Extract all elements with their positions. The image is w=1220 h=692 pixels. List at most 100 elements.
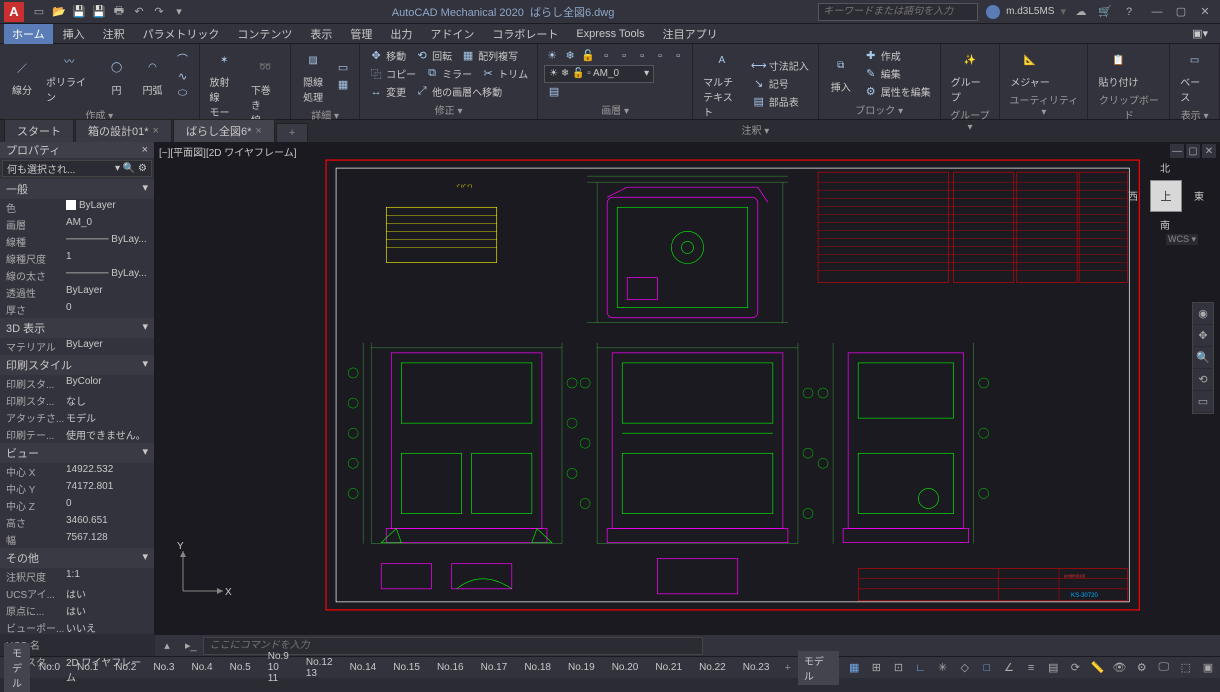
qat-dropdown-icon[interactable]: ▾ [170,3,188,21]
minimize-button[interactable]: — [1146,3,1168,21]
prop-row[interactable]: 画層AM_0 [0,216,154,233]
prop-row[interactable]: 色ByLayer [0,199,154,216]
drawing-canvas[interactable]: √‾ (√‾ √‾) [155,142,1220,634]
layout-tab-7[interactable]: No.9 10 11 [260,649,297,686]
qat-undo-icon[interactable]: ↶ [130,3,148,21]
ribbon-tab-7[interactable]: 出力 [382,24,420,44]
layer-state-icon-6[interactable]: ▫ [652,48,668,64]
prop-row[interactable]: 線の太さ────── ByLay... [0,267,154,284]
layout-tab-8[interactable]: No.12 13 [298,655,341,681]
layout-tab-9[interactable]: No.14 [342,660,385,675]
nav-wheel-icon[interactable]: ◉ [1193,303,1213,325]
document-tab-0[interactable]: スタート [4,119,74,142]
panel-label[interactable]: 画層 ▾ [544,101,686,117]
prop-row[interactable]: 印刷テー...使用できません。 [0,426,154,443]
prop-row[interactable]: 厚さ0 [0,301,154,318]
ribbon-tab-3[interactable]: パラメトリック [135,24,228,44]
ribbon-tab-5[interactable]: 表示 [302,24,340,44]
prop-row[interactable]: 中心 X14922.532 [0,463,154,480]
add-layout-button[interactable]: + [778,660,796,676]
prop-row[interactable]: マテリアルByLayer [0,338,154,355]
layer-state-icon-2[interactable]: 🔓 [580,48,596,64]
panel-label[interactable]: 表示 ▾ [1176,106,1213,122]
layout-tab-14[interactable]: No.19 [560,660,603,675]
prop-row[interactable]: 原点に...はい [0,602,154,619]
prop-row[interactable]: アタッチさ...モデル [0,409,154,426]
layer-state-icon-0[interactable]: ☀ [544,48,560,64]
panel-label[interactable]: クリップボード [1094,91,1163,122]
close-button[interactable]: ✕ [1194,3,1216,21]
measure-button[interactable]: 📐メジャー [1006,46,1054,91]
drawing-viewport[interactable]: [−][平面図][2D ワイヤフレーム] — ▢ ✕ [155,142,1220,634]
viewport-close-icon[interactable]: ✕ [1202,144,1216,158]
fillet-button[interactable]: ✂トリム [478,65,531,82]
ribbon-tab-10[interactable]: Express Tools [568,26,652,42]
prop-row[interactable]: UCSアイ...はい [0,585,154,602]
layout-tab-15[interactable]: No.20 [604,660,647,675]
arc2-icon[interactable]: ⌒ [173,51,193,67]
ribbon-tab-2[interactable]: 注釈 [95,24,133,44]
prop-row[interactable]: 線種────── ByLay... [0,233,154,250]
insert-button[interactable]: ⧉挿入 [825,51,857,96]
create-button[interactable]: ✚作成 [861,47,904,64]
rotate-button[interactable]: ⟲回転 [412,47,455,64]
nav-showmotion-icon[interactable]: ▭ [1193,391,1213,413]
workspace-icon[interactable]: ⚙ [1131,659,1152,677]
prop-row[interactable]: 印刷スタ...なし [0,392,154,409]
layer-props-button[interactable]: ▤ [544,84,686,100]
ribbon-collapse-icon[interactable]: ▣▾ [1184,25,1216,42]
qat-new-icon[interactable]: ▭ [30,3,48,21]
osnap-toggle-icon[interactable]: □ [976,659,997,677]
annoscale-icon[interactable]: 📏 [1087,659,1108,677]
layout-tab-12[interactable]: No.17 [473,660,516,675]
hatch-detail-button[interactable]: ▨隠線処理 [297,46,329,106]
tab-close-icon[interactable]: × [153,125,159,137]
qat-open-icon[interactable]: 📂 [50,3,68,21]
polyline-button[interactable]: 〰ポリライン [42,46,97,106]
ribbon-tab-8[interactable]: アドイン [422,24,482,44]
table-button[interactable]: ▤部品表 [749,93,802,110]
mirror-button[interactable]: ⧉ミラー [422,65,475,82]
layer-state-icon-4[interactable]: ▫ [616,48,632,64]
otrack-toggle-icon[interactable]: ∠ [998,659,1019,677]
hatch-icon[interactable]: ▦ [333,77,353,93]
ribbon-tab-0[interactable]: ホーム [4,24,53,44]
user-name[interactable]: m.d3L5MS [1006,6,1054,17]
nav-orbit-icon[interactable]: ⟲ [1193,369,1213,391]
prop-row[interactable]: 印刷スタ...ByColor [0,375,154,392]
layout-tab-1[interactable]: No.0 [31,660,68,675]
panel-label[interactable]: 詳細 ▾ [297,106,353,122]
layer-state-icon-3[interactable]: ▫ [598,48,614,64]
monitor-icon[interactable]: 🖵 [1153,659,1174,677]
view-cube[interactable]: 北 南 西 東 上 [1132,162,1200,230]
paste-button[interactable]: 📋貼り付け [1094,46,1142,91]
layout-tab-6[interactable]: No.5 [222,660,259,675]
trim-button[interactable]: ▦配列複写 [458,47,521,64]
qat-save-icon[interactable]: 💾 [70,3,88,21]
attr-button[interactable]: ⚙属性を編集 [861,83,934,100]
qat-redo-icon[interactable]: ↷ [150,3,168,21]
text-button[interactable]: Aマルチテキスト [699,46,745,121]
arc-button[interactable]: ◠円弧 [137,54,169,99]
viewport-minimize-icon[interactable]: — [1170,144,1184,158]
prop-section-4[interactable]: その他▾ [0,548,154,568]
layout-tab-17[interactable]: No.22 [691,660,734,675]
quickprops-icon[interactable]: ▣ [1197,659,1218,677]
panel-label[interactable]: 修正 ▾ [366,101,531,117]
viewport-maximize-icon[interactable]: ▢ [1186,144,1200,158]
layout-tab-3[interactable]: No.2 [107,660,144,675]
document-tab-1[interactable]: 箱の設計01* × [75,119,172,142]
layout-tab-0[interactable]: モデル [4,643,30,692]
prop-row[interactable]: 中心 Z0 [0,497,154,514]
qat-plot-icon[interactable]: 🖶 [110,3,128,21]
move-button[interactable]: ✥移動 [366,47,409,64]
group-button[interactable]: ✨グループ [947,46,994,106]
app-logo[interactable]: A [4,2,24,22]
prop-row[interactable]: 透過性ByLayer [0,284,154,301]
help-icon[interactable]: ? [1120,3,1138,21]
units-icon[interactable]: ⬚ [1175,659,1196,677]
prop-row[interactable]: ビューポー...いいえ [0,619,154,636]
spline-icon[interactable]: ∿ [173,68,193,84]
layer-dropdown[interactable]: ☀ ❄ 🔓 ▫ AM_0 ▾ [544,65,654,83]
ribbon-tab-6[interactable]: 管理 [342,24,380,44]
